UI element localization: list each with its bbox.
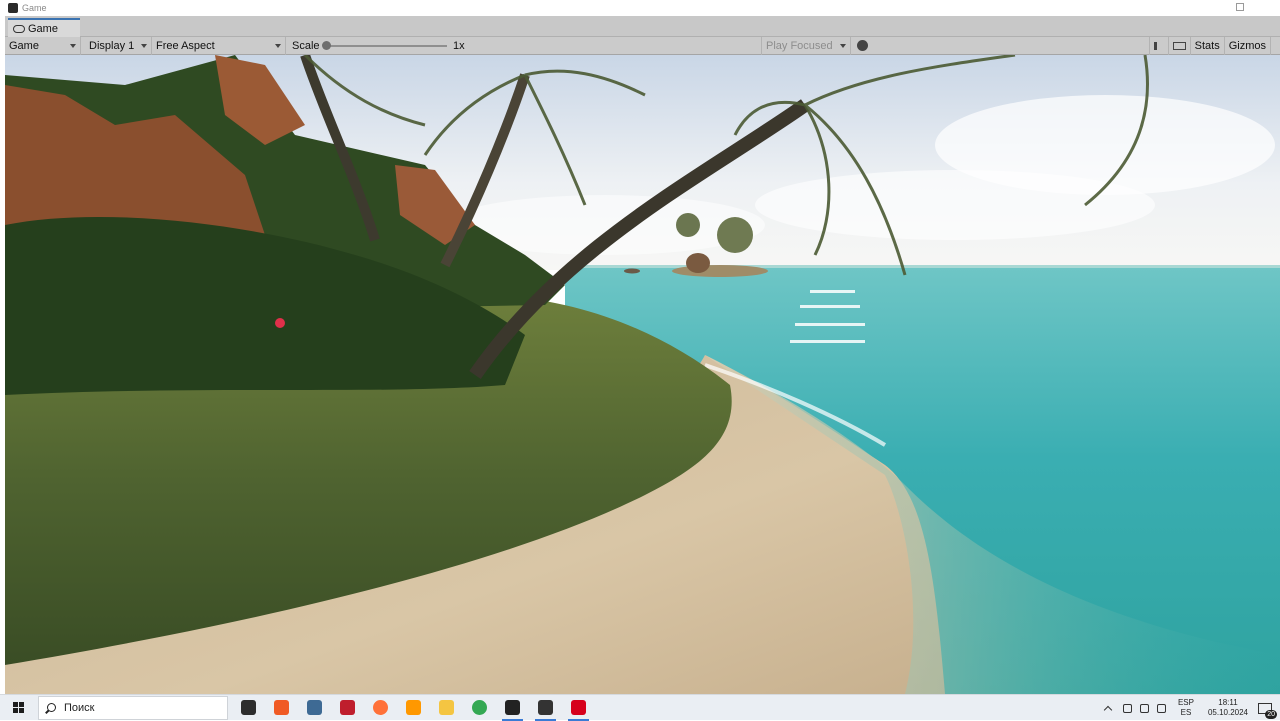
taskbar-app-firefox[interactable] [364, 695, 397, 721]
tab-game-label: Game [28, 22, 58, 35]
unity-editor-icon [571, 700, 586, 715]
windows-logo-icon [13, 701, 25, 714]
search-icon [47, 703, 56, 712]
search-placeholder: Поиск [64, 701, 95, 714]
chevron-up-icon[interactable] [1103, 705, 1113, 714]
taskbar-app-sublime[interactable] [397, 695, 430, 721]
taskbar-apps [232, 695, 595, 721]
chevron-down-icon [840, 44, 846, 48]
window-titlebar: Game [0, 0, 1280, 16]
view-type-label: Game [9, 40, 39, 52]
gizmos-dropdown[interactable] [1270, 37, 1280, 55]
notification-center-icon[interactable]: 20 [1258, 702, 1277, 719]
start-button[interactable] [0, 695, 38, 721]
volume-icon[interactable] [1156, 703, 1166, 713]
scale-value: 1x [453, 40, 465, 52]
display-dropdown[interactable]: Display 1 [85, 37, 152, 55]
wifi-icon[interactable] [1139, 703, 1149, 713]
system-tray: ESP ES 18:11 05.10.2024 20 [1099, 695, 1280, 721]
taskbar-clock[interactable]: 18:11 05.10.2024 [1208, 698, 1248, 718]
pgadmin-icon [307, 700, 322, 715]
restore-window-icon[interactable] [1236, 3, 1244, 11]
chevron-down-icon [141, 44, 147, 48]
right-toolbar-group: Stats Gizmos [1148, 37, 1280, 55]
mute-icon [1153, 42, 1164, 50]
firefox-icon [373, 700, 388, 715]
tab-game[interactable]: Game [8, 18, 80, 37]
clock-date: 05.10.2024 [1207, 708, 1248, 717]
taskbar-app-pgadmin[interactable] [298, 695, 331, 721]
bug-icon[interactable] [857, 40, 868, 51]
language-indicator[interactable]: ESP ES [1178, 698, 1194, 718]
game-viewport[interactable] [5, 55, 1280, 694]
file-explorer-icon [439, 700, 454, 715]
window-title: Game [22, 3, 47, 13]
keyboard-icon [1172, 42, 1186, 50]
chevron-down-icon [70, 44, 76, 48]
aspect-label: Free Aspect [156, 40, 215, 52]
scale-slider-thumb[interactable] [322, 41, 331, 50]
taskbar-search-box[interactable]: Поиск [38, 695, 228, 720]
taskbar-app-unity-editor[interactable] [562, 695, 595, 721]
language-top: ESP [1177, 698, 1194, 707]
taskbar-app-unity-hub[interactable] [496, 695, 529, 721]
sublime-icon [406, 700, 421, 715]
view-type-dropdown[interactable]: Game [5, 37, 81, 55]
network-icon[interactable] [1122, 703, 1132, 713]
chevron-down-icon [275, 44, 281, 48]
editor-tab-strip: Game [5, 16, 1280, 37]
mute-audio-button[interactable] [1148, 37, 1168, 55]
brave-icon [274, 700, 289, 715]
taskbar-app-task-view[interactable] [232, 695, 265, 721]
gizmos-button[interactable]: Gizmos [1223, 37, 1270, 55]
play-mode-label: Play Focused [766, 40, 833, 52]
play-mode-dropdown[interactable]: Play Focused [761, 37, 851, 55]
game-render [5, 55, 1280, 694]
unity-app-icon [8, 3, 18, 13]
stats-button[interactable]: Stats [1189, 37, 1224, 55]
game-view-toolbar: Game Display 1 Free Aspect Scale 1x Play… [5, 37, 1280, 55]
keyboard-button[interactable] [1167, 37, 1190, 55]
windows-taskbar: Поиск ESP ES 18:11 05.10.2024 20 [0, 694, 1280, 721]
scale-slider-track[interactable] [325, 45, 447, 47]
clock-time: 18:11 [1218, 698, 1238, 707]
taskbar-app-brave[interactable] [265, 695, 298, 721]
scale-label-text: Scale [292, 40, 320, 52]
aspect-dropdown[interactable]: Free Aspect [152, 37, 286, 55]
game-controller-icon [13, 24, 25, 33]
notification-count: 20 [1265, 709, 1277, 719]
unity-hub-icon [505, 700, 520, 715]
taskbar-app-chrome[interactable] [463, 695, 496, 721]
taskbar-app-filezilla[interactable] [331, 695, 364, 721]
unity-icon [538, 700, 553, 715]
language-bottom: ES [1180, 708, 1192, 717]
filezilla-icon [340, 700, 355, 715]
display-label: Display 1 [89, 40, 135, 52]
taskbar-app-file-explorer[interactable] [430, 695, 463, 721]
task-view-icon [241, 700, 256, 715]
chrome-icon [472, 700, 487, 715]
taskbar-app-unity[interactable] [529, 695, 562, 721]
